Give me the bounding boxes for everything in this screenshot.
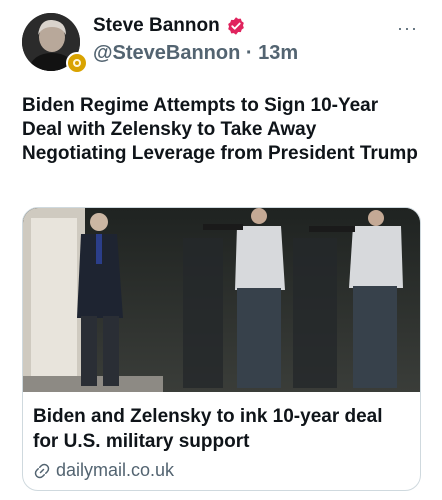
card-domain-row: dailymail.co.uk (33, 460, 174, 481)
author-name-row: Steve Bannon (93, 15, 246, 37)
card-title[interactable]: Biden and Zelensky to ink 10-year deal f… (33, 404, 413, 454)
affiliate-badge-icon (66, 52, 88, 74)
author-handle[interactable]: @SteveBannon (93, 42, 240, 64)
tweet-timestamp[interactable]: 13m (258, 42, 298, 64)
tweet-text: Biden Regime Attempts to Sign 10-Year De… (22, 95, 418, 164)
author-handle-row: @SteveBannon · 13m (93, 42, 298, 65)
link-card[interactable]: Biden and Zelensky to ink 10-year deal f… (22, 207, 421, 491)
separator-dot: · (245, 42, 253, 64)
more-options-icon[interactable]: ··· (397, 18, 418, 39)
verified-badge-icon (227, 17, 244, 35)
card-image (23, 208, 420, 392)
card-domain: dailymail.co.uk (56, 460, 175, 480)
link-icon (34, 463, 50, 478)
author-display-name[interactable]: Steve Bannon (93, 15, 220, 37)
